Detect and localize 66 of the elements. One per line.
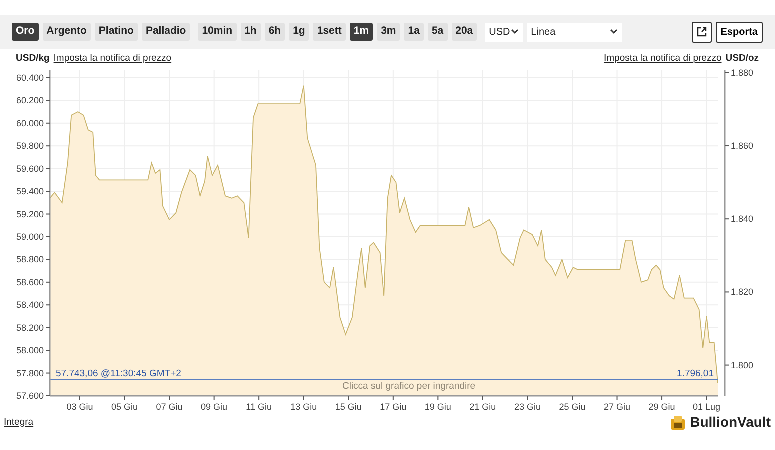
axis-label: 58.600 [16,278,44,288]
range-tab[interactable]: 6h [264,23,286,41]
axis-label: 59.200 [16,210,44,220]
axis-label: 07 Giu [156,402,183,412]
metal-tab[interactable]: Palladio [142,23,190,41]
axis-label: 57.600 [16,391,44,402]
price-alert-link[interactable]: Imposta la notifica di prezzo [54,52,172,66]
axis-label: 1.820 [731,287,754,298]
currency-select[interactable]: USD [485,22,524,42]
axis-label: 03 Giu [66,402,94,412]
chart-style-select[interactable]: Linea [527,22,622,42]
export-button[interactable]: Esporta [716,22,763,42]
axis-label: 58.400 [16,300,44,310]
axis-label: 17 Giu [380,402,407,412]
axis-label: 23 Giu [514,402,541,412]
enlarge-hint: Clicca sul grafico per ingrandire [342,381,476,392]
range-tab[interactable]: 1g [289,23,310,41]
axis-label: 60.400 [16,73,44,84]
brand-logo: BullionVault [670,412,771,434]
external-link-icon [696,27,707,37]
axis-label: 1.860 [731,141,754,152]
axis-label: 59.600 [16,164,44,174]
axis-label: 58.200 [16,323,44,334]
axis-label: 05 Giu [112,402,138,412]
range-tab[interactable]: 1m [350,23,374,41]
axis-label: 57.800 [16,368,44,379]
metal-tab[interactable]: Platino [94,23,138,41]
axis-label: 60.200 [16,96,44,106]
unit-label: USD/oz [726,52,759,66]
price-alert-link[interactable]: Imposta la notifica di prezzo [604,52,722,66]
metal-tab[interactable]: Oro [12,23,39,41]
axis-label: 19 Giu [424,402,452,412]
axis-label: 58.000 [16,346,44,356]
range-tab[interactable]: 5a [428,23,448,41]
range-tab[interactable]: 20a [452,23,478,41]
axis-label: 59.800 [16,141,44,152]
axis-label: 59.000 [16,232,44,242]
axis-label: 29 Giu [648,402,676,412]
axis-label: 09 Giu [201,402,228,412]
current-price-label: 1.796,01 [677,369,714,380]
unit-label: USD/kg [16,52,50,66]
range-tab[interactable]: 1sett [313,23,346,41]
axis-label: 1.880 [731,68,754,78]
axis-label: 60.000 [16,118,44,129]
logo-icon [670,414,686,431]
range-tab[interactable]: 3m [377,23,400,41]
axis-label: 15 Giu [335,402,362,412]
axis-label: 1.800 [731,360,754,371]
range-tab[interactable]: 1h [240,23,261,41]
metal-tab[interactable]: Argento [42,23,91,41]
axis-label: 21 Giu [470,402,496,412]
axis-label: 59.400 [16,186,44,197]
range-tab[interactable]: 1a [404,23,424,41]
current-price-label: 57.743,06 @11:30:45 GMT+2 [56,369,182,380]
axis-label: 1.840 [731,214,754,224]
open-external-button[interactable] [692,22,712,42]
chevron-icon [511,29,520,35]
axis-label: 11 Giu [246,402,272,412]
chevron-icon [610,29,618,35]
range-tab[interactable]: 10min [198,23,237,41]
axis-label: 25 Giu [559,402,586,412]
axis-label: 58.800 [16,254,44,265]
embed-link[interactable]: Integra [4,416,34,430]
axis-label: 13 Giu [290,402,318,412]
axis-label: 27 Giu [604,402,631,412]
axis-label: 01 Lug [693,402,721,412]
